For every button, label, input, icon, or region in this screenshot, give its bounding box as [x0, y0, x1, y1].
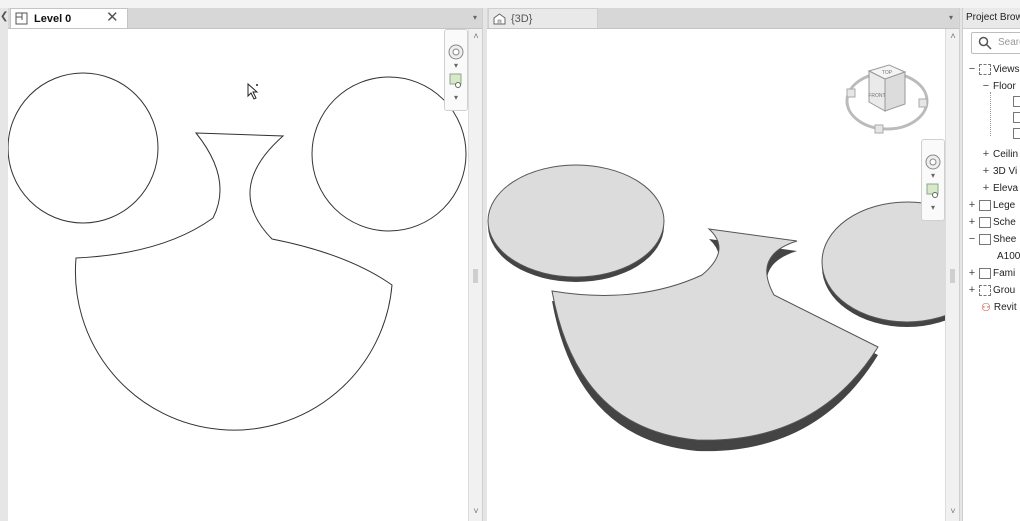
expand-toggle-icon[interactable]: +	[981, 148, 991, 160]
schedule-icon	[979, 216, 991, 228]
viewcube[interactable]: TOP FRONT	[845, 64, 929, 134]
scroll-thumb[interactable]	[473, 269, 478, 283]
steering-wheel-icon[interactable]	[448, 44, 464, 60]
viewcube-top-label: TOP	[882, 70, 893, 76]
navigation-bar-left: ▾ ▾	[444, 29, 468, 111]
group-icon	[979, 284, 991, 296]
tree-item-label: Sche	[993, 216, 1016, 228]
tree-item-3d-views[interactable]: + 3D Vi	[981, 163, 1018, 179]
left-view-tabbar: Level 0 ✕ ▾	[8, 8, 486, 29]
tree-item-revit-links[interactable]: ⚇ Revit	[981, 299, 1017, 315]
floor-plan-view[interactable]: ▾ ▾	[8, 29, 468, 521]
scroll-up-icon[interactable]: ˄	[946, 31, 960, 41]
navigation-bar-right: ▾ ▾	[921, 139, 945, 221]
mouse-cursor-icon	[247, 82, 259, 100]
project-browser-title: Project Brow	[966, 12, 1020, 23]
expand-toggle-icon[interactable]: +	[967, 284, 977, 296]
sheet-icon	[979, 233, 991, 245]
tree-item-elevations[interactable]: + Eleva	[981, 180, 1018, 196]
tree-item-ceiling-plans[interactable]: + Ceilin	[981, 146, 1018, 162]
floor-plan-icon	[15, 12, 28, 25]
tab-dropdown-icon[interactable]: ▾	[949, 13, 953, 22]
tree-item-label: Shee	[993, 233, 1017, 245]
tree-item-label: Lege	[993, 199, 1016, 211]
tree-item-label: Eleva	[993, 182, 1019, 194]
right-view-scrollbar[interactable]: ˄ ˅	[945, 29, 960, 521]
link-icon: ⚇	[981, 301, 991, 314]
tree-item-legends[interactable]: + Lege	[967, 197, 1015, 213]
expand-toggle-icon[interactable]: +	[967, 267, 977, 279]
collapse-toggle-icon[interactable]: −	[967, 63, 977, 75]
expand-toggle-icon[interactable]: +	[981, 165, 991, 177]
project-browser-search-input[interactable]: Searc	[971, 32, 1020, 54]
tab-label: {3D}	[511, 12, 533, 25]
floor-plan-drawing	[8, 72, 467, 431]
nav-dropdown-icon[interactable]: ▾	[931, 171, 935, 180]
3d-view[interactable]: TOP FRONT ▾ ▾	[487, 29, 945, 521]
tab-dropdown-icon[interactable]: ▾	[473, 13, 477, 22]
expand-toggle-icon[interactable]: +	[967, 216, 977, 228]
scroll-down-icon[interactable]: ˅	[946, 506, 960, 516]
tree-item-schedules[interactable]: + Sche	[967, 214, 1016, 230]
floor-plan-icon[interactable]	[1013, 96, 1020, 107]
tree-item-label: Revit	[993, 301, 1017, 313]
tree-item-label: Views	[993, 63, 1020, 75]
tree-item-label: Fami	[993, 267, 1016, 279]
viewcube-compass-icon[interactable]	[918, 98, 928, 108]
collapse-toggle-icon[interactable]: −	[967, 233, 977, 245]
tree-item-views[interactable]: − Views	[967, 61, 1020, 77]
tree-guide-line	[990, 92, 992, 136]
tab-3d[interactable]: {3D}	[488, 8, 598, 28]
tree-item-label: Grou	[993, 284, 1016, 296]
viewcube-home-icon[interactable]	[846, 88, 856, 98]
3d-model-drawing: TOP FRONT	[487, 64, 945, 452]
zoom-icon[interactable]	[926, 183, 939, 198]
3d-view-icon	[493, 12, 506, 24]
collapse-toggle-icon[interactable]: −	[981, 80, 991, 92]
tree-item-groups[interactable]: + Grou	[967, 282, 1015, 298]
zoom-icon[interactable]	[449, 73, 462, 88]
search-placeholder: Searc	[998, 37, 1020, 48]
tree-item-sheets[interactable]: − Shee	[967, 231, 1017, 247]
left-panel-edge: ❮	[0, 8, 8, 521]
left-disc-3d[interactable]	[487, 164, 665, 282]
tree-item-families[interactable]: + Fami	[967, 265, 1015, 281]
project-browser: Project Brow Searc − Views − Floor + Cei…	[962, 8, 1020, 521]
tree-item-floor-plans[interactable]: − Floor	[981, 78, 1016, 94]
tab-label: Level 0	[34, 12, 72, 25]
left-circle-outline[interactable]	[8, 72, 159, 224]
tree-item-label: 3D Vi	[993, 165, 1018, 177]
zoom-dropdown-icon[interactable]: ▾	[454, 93, 458, 102]
center-shape-outline[interactable]	[74, 132, 393, 431]
project-browser-header: Project Brow	[963, 8, 1020, 29]
tab-level-0[interactable]: Level 0 ✕	[10, 8, 128, 28]
scroll-thumb[interactable]	[950, 269, 955, 283]
floor-plan-icon[interactable]	[1013, 128, 1020, 139]
tree-item-label: Floor	[993, 80, 1016, 92]
viewcube-front-label: FRONT	[868, 93, 885, 99]
nav-dropdown-icon[interactable]: ▾	[454, 61, 458, 70]
tree-item-label: A100	[997, 250, 1020, 262]
expand-toggle-icon[interactable]: +	[967, 199, 977, 211]
right-circle-outline[interactable]	[311, 76, 467, 232]
views-icon	[979, 63, 991, 75]
expand-toggle-icon[interactable]: +	[981, 182, 991, 194]
right-view-tabbar: {3D} ▾	[487, 8, 962, 29]
left-view-scrollbar[interactable]: ˄ ˅	[468, 29, 483, 521]
tree-item-a100[interactable]: A100	[997, 248, 1020, 264]
tree-item-label: Ceilin	[993, 148, 1019, 160]
floor-plan-icon[interactable]	[1013, 112, 1020, 123]
zoom-dropdown-icon[interactable]: ▾	[931, 203, 935, 212]
family-icon	[979, 267, 991, 279]
search-icon	[978, 36, 992, 50]
scroll-up-icon[interactable]: ˄	[469, 31, 483, 41]
close-icon[interactable]: ✕	[106, 10, 119, 25]
legend-icon	[979, 199, 991, 211]
viewcube-rotate-icon[interactable]	[874, 124, 884, 134]
scroll-down-icon[interactable]: ˅	[469, 506, 483, 516]
steering-wheel-icon[interactable]	[925, 154, 941, 170]
top-strip	[0, 0, 1020, 8]
